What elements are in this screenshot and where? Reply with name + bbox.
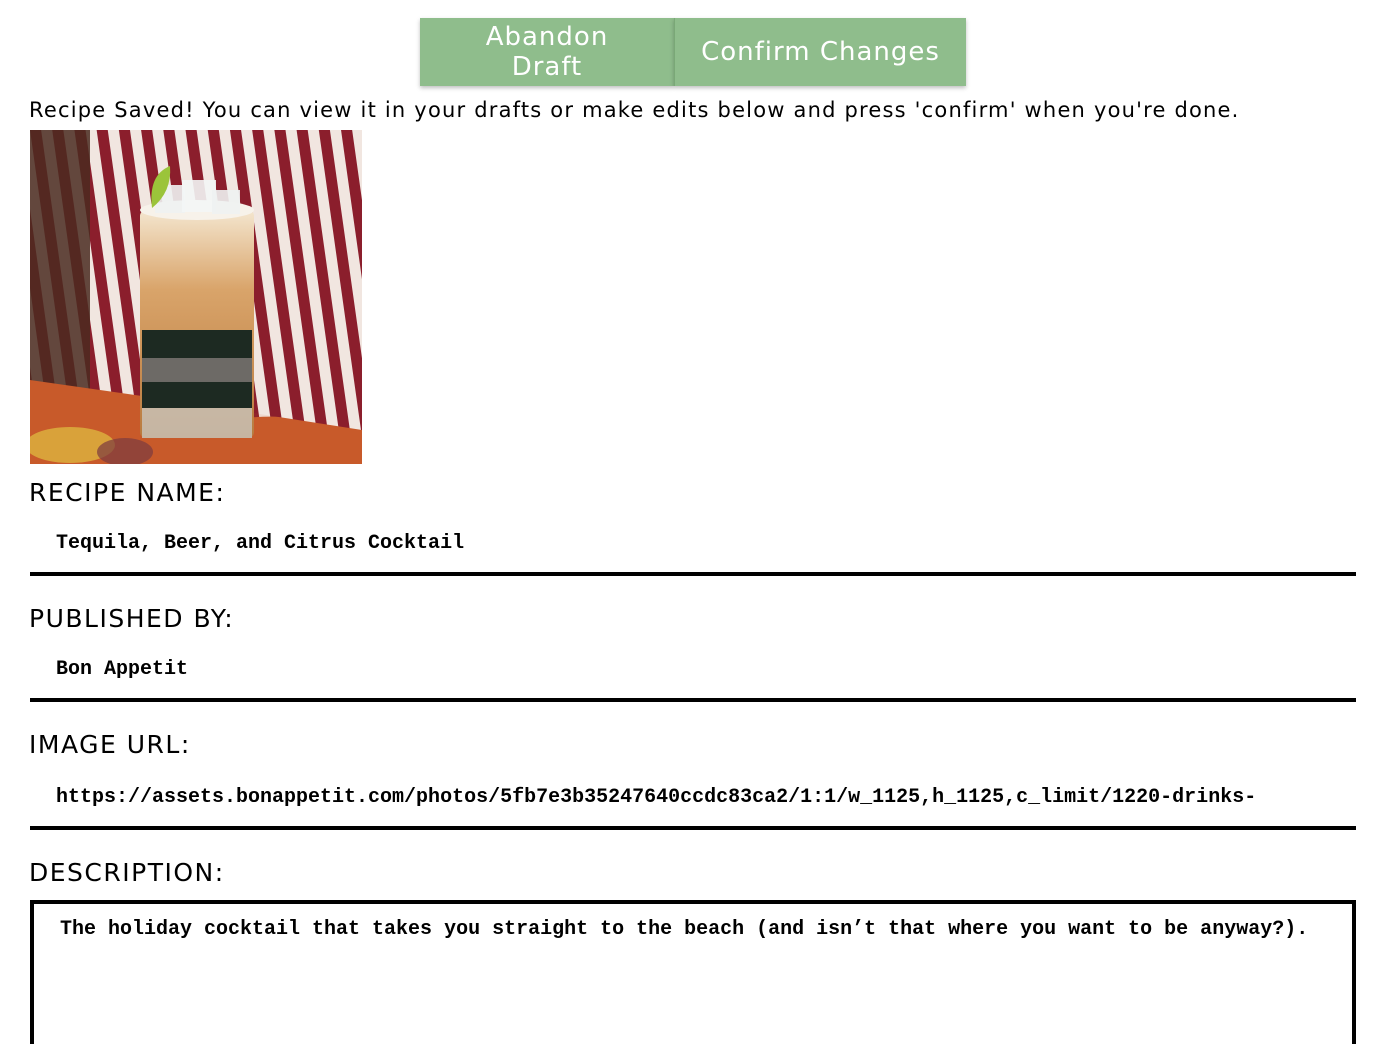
published-by-input[interactable] xyxy=(30,642,1356,702)
image-url-label: IMAGE URL: xyxy=(29,730,191,759)
recipe-edit-page: Abandon Draft Confirm Changes Recipe Sav… xyxy=(0,0,1376,1044)
image-url-input[interactable] xyxy=(30,770,1356,830)
recipe-image xyxy=(30,130,362,464)
description-label: DESCRIPTION: xyxy=(29,858,225,887)
status-message: Recipe Saved! You can view it in your dr… xyxy=(29,98,1240,122)
confirm-changes-button[interactable]: Confirm Changes xyxy=(674,18,966,86)
recipe-name-label: RECIPE NAME: xyxy=(29,478,226,507)
description-textarea[interactable]: The holiday cocktail that takes you stra… xyxy=(30,900,1356,1044)
recipe-name-input[interactable] xyxy=(30,516,1356,576)
abandon-draft-button[interactable]: Abandon Draft xyxy=(420,18,674,86)
published-by-label: PUBLISHED BY: xyxy=(29,604,235,633)
action-buttons: Abandon Draft Confirm Changes xyxy=(420,18,966,86)
